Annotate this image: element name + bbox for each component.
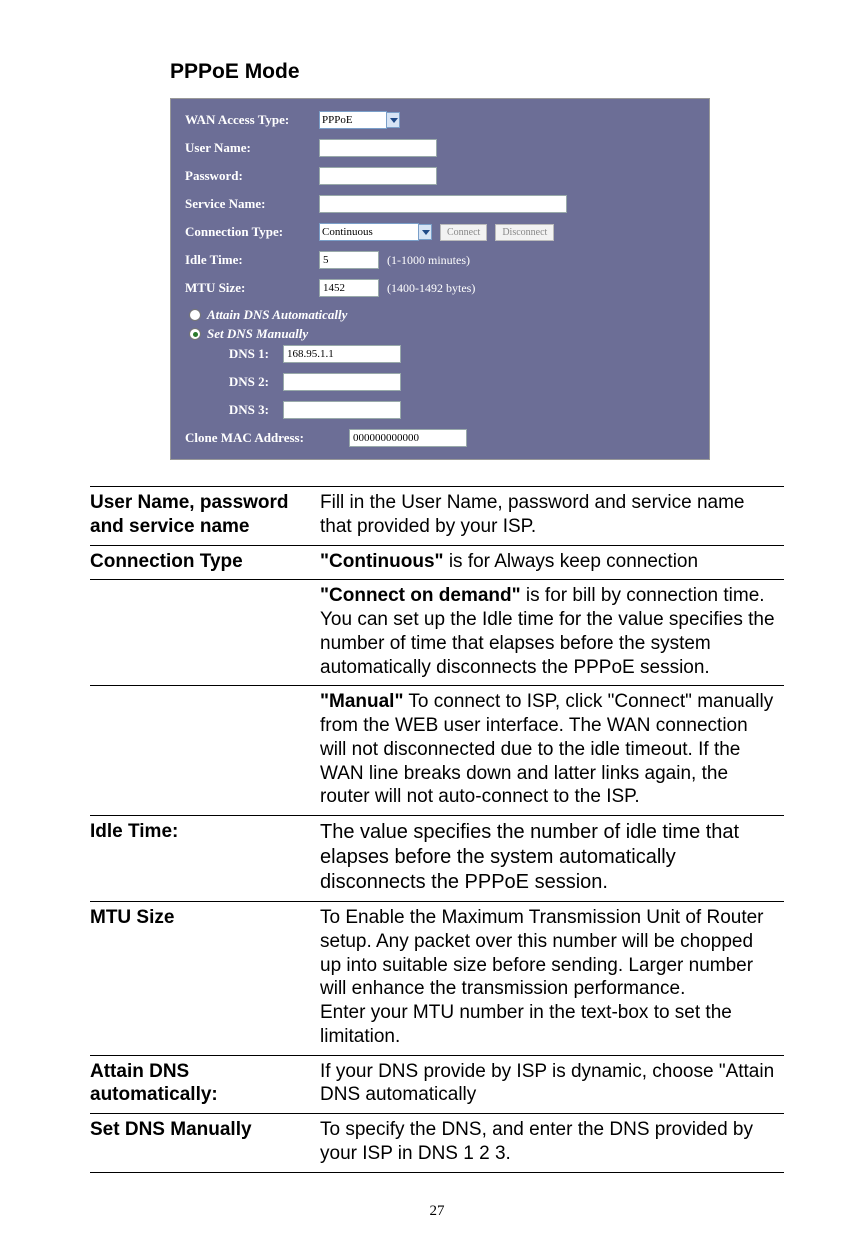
table-row: Set DNS Manually To specify the DNS, and… bbox=[90, 1114, 784, 1173]
row-label: Connection Type bbox=[90, 545, 320, 580]
row-label: User Name, password and service name bbox=[90, 487, 320, 546]
radio-icon-selected[interactable] bbox=[189, 328, 201, 340]
wan-access-label: WAN Access Type: bbox=[185, 112, 311, 128]
row-desc: "Manual" To connect to ISP, click "Conne… bbox=[320, 686, 784, 816]
table-row: Idle Time: The value specifies the numbe… bbox=[90, 816, 784, 902]
dns2-label: DNS 2: bbox=[207, 374, 275, 390]
row-desc: To specify the DNS, and enter the DNS pr… bbox=[320, 1114, 784, 1173]
password-label: Password: bbox=[185, 168, 311, 184]
dns2-input[interactable] bbox=[283, 373, 401, 391]
radio-icon[interactable] bbox=[189, 309, 201, 321]
description-table: User Name, password and service name Fil… bbox=[90, 486, 784, 1173]
idle-time-hint: (1-1000 minutes) bbox=[387, 253, 470, 268]
idle-time-input[interactable] bbox=[319, 251, 379, 269]
table-row: Attain DNS automatically: If your DNS pr… bbox=[90, 1055, 784, 1114]
bold-term: "Continuous" bbox=[320, 551, 444, 572]
dns1-input[interactable] bbox=[283, 345, 401, 363]
idle-time-label: Idle Time: bbox=[185, 252, 311, 268]
connect-button[interactable]: Connect bbox=[440, 224, 487, 241]
dns1-label: DNS 1: bbox=[207, 346, 275, 362]
page-number: 27 bbox=[90, 1203, 784, 1220]
table-row: "Manual" To connect to ISP, click "Conne… bbox=[90, 686, 784, 816]
row-label-empty bbox=[90, 580, 320, 686]
connection-type-label: Connection Type: bbox=[185, 224, 311, 240]
table-row: "Connect on demand" is for bill by conne… bbox=[90, 580, 784, 686]
row-desc: To Enable the Maximum Transmission Unit … bbox=[320, 902, 784, 1056]
row-label: Idle Time: bbox=[90, 816, 320, 902]
password-input[interactable] bbox=[319, 167, 437, 185]
attain-dns-label: Attain DNS Automatically bbox=[207, 307, 347, 323]
mtu-size-label: MTU Size: bbox=[185, 280, 311, 296]
set-dns-label: Set DNS Manually bbox=[207, 326, 308, 342]
desc-text: is for Always keep connection bbox=[444, 551, 699, 572]
router-config-panel: WAN Access Type: PPPoE User Name: Passwo… bbox=[170, 98, 710, 460]
connection-type-select[interactable]: Continuous bbox=[319, 223, 419, 241]
service-name-label: Service Name: bbox=[185, 196, 311, 212]
row-desc: The value specifies the number of idle t… bbox=[320, 816, 784, 902]
row-label: MTU Size bbox=[90, 902, 320, 1056]
row-desc: "Connect on demand" is for bill by conne… bbox=[320, 580, 784, 686]
table-row: Connection Type "Continuous" is for Alwa… bbox=[90, 545, 784, 580]
attain-dns-radio-row[interactable]: Attain DNS Automatically bbox=[189, 307, 695, 323]
disconnect-button[interactable]: Disconnect bbox=[495, 224, 554, 241]
chevron-down-icon[interactable] bbox=[386, 112, 400, 128]
table-row: MTU Size To Enable the Maximum Transmiss… bbox=[90, 902, 784, 1056]
row-label: Attain DNS automatically: bbox=[90, 1055, 320, 1114]
table-row: User Name, password and service name Fil… bbox=[90, 487, 784, 546]
mtu-size-hint: (1400-1492 bytes) bbox=[387, 281, 475, 296]
user-name-label: User Name: bbox=[185, 140, 311, 156]
chevron-down-icon[interactable] bbox=[418, 224, 432, 240]
section-title: PPPoE Mode bbox=[170, 60, 784, 84]
row-label-empty bbox=[90, 686, 320, 816]
bold-term: "Connect on demand" bbox=[320, 585, 521, 606]
mtu-size-input[interactable] bbox=[319, 279, 379, 297]
row-desc: If your DNS provide by ISP is dynamic, c… bbox=[320, 1055, 784, 1114]
row-desc: Fill in the User Name, password and serv… bbox=[320, 487, 784, 546]
row-label: Set DNS Manually bbox=[90, 1114, 320, 1173]
bold-term: "Manual" bbox=[320, 691, 403, 712]
set-dns-radio-row[interactable]: Set DNS Manually bbox=[189, 326, 695, 342]
clone-mac-label: Clone MAC Address: bbox=[185, 430, 341, 446]
dns3-label: DNS 3: bbox=[207, 402, 275, 418]
clone-mac-input[interactable] bbox=[349, 429, 467, 447]
user-name-input[interactable] bbox=[319, 139, 437, 157]
dns3-input[interactable] bbox=[283, 401, 401, 419]
wan-access-select[interactable]: PPPoE bbox=[319, 111, 387, 129]
service-name-input[interactable] bbox=[319, 195, 567, 213]
row-desc: "Continuous" is for Always keep connecti… bbox=[320, 545, 784, 580]
